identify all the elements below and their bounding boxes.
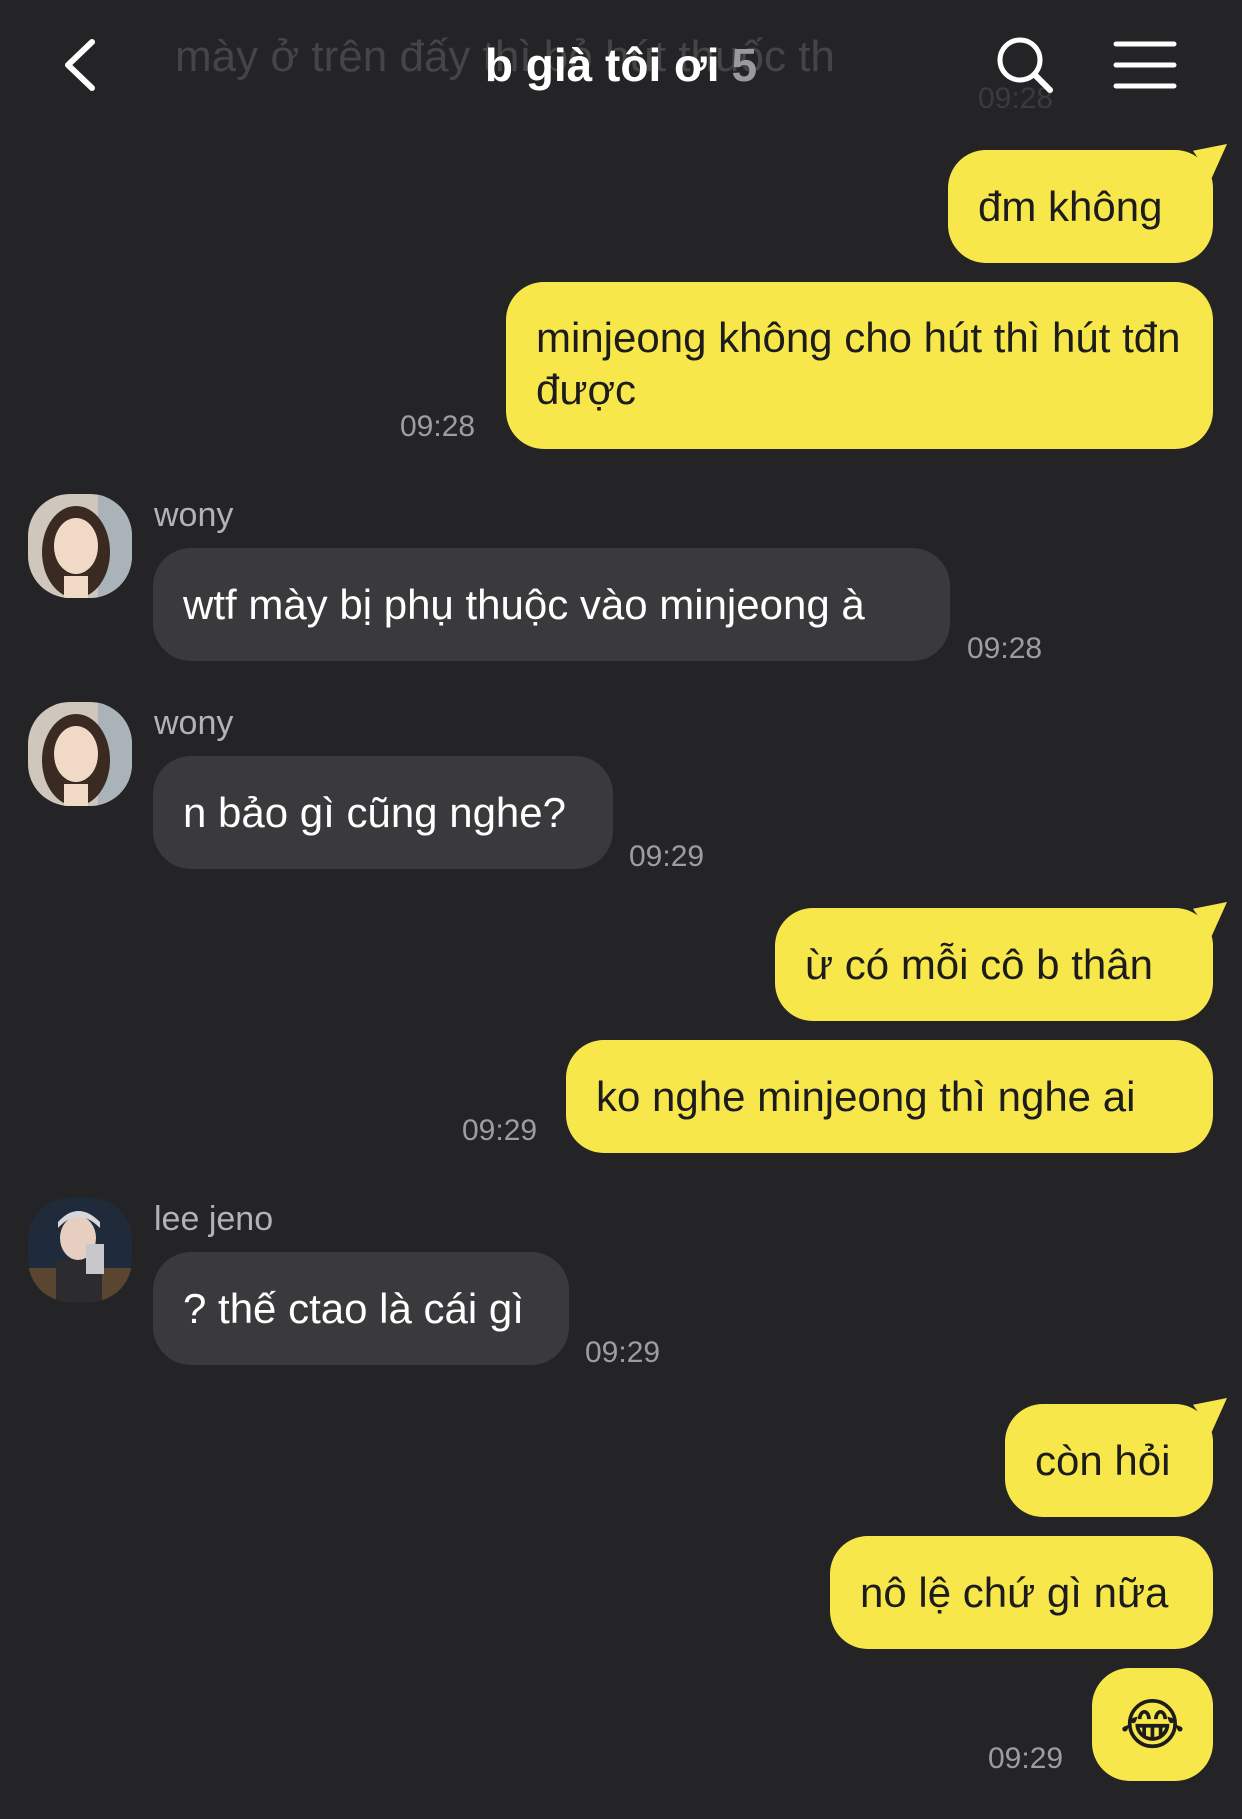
- incoming-message-bubble[interactable]: n bảo gì cũng nghe?: [153, 756, 613, 869]
- bubble-tail: [1193, 902, 1227, 936]
- menu-button[interactable]: [1110, 30, 1180, 100]
- message-time: 09:29: [462, 1114, 538, 1147]
- chat-name: b già tôi ơi: [484, 39, 720, 91]
- message-time: 09:28: [400, 410, 476, 443]
- outgoing-message-bubble[interactable]: ừ có mỗi cô b thân: [775, 902, 1227, 1021]
- chat-header: mày ở trên đấy thì bỏ hút thuốc th 09:28…: [0, 0, 1242, 130]
- message-text: minjeong không cho hút thì hút tđn được: [536, 314, 1181, 413]
- message-time: 09:29: [629, 840, 705, 873]
- outgoing-message-bubble[interactable]: còn hỏi: [1005, 1398, 1227, 1517]
- incoming-message-bubble[interactable]: wtf mày bị phụ thuộc vào minjeong à: [153, 548, 950, 661]
- avatar-photo: [28, 494, 132, 598]
- bubble-tail: [1193, 144, 1227, 178]
- outgoing-emoji-bubble[interactable]: 😂: [1092, 1668, 1213, 1781]
- search-icon: [997, 37, 1053, 93]
- outgoing-message-bubble[interactable]: ko nghe minjeong thì nghe ai: [566, 1040, 1213, 1153]
- avatar-photo: [28, 702, 132, 806]
- message-text: đm không: [978, 182, 1163, 230]
- sender-name: lee jeno: [154, 1200, 274, 1238]
- sender-name: wony: [154, 496, 234, 534]
- message-text: ? thế ctao là cái gì: [183, 1284, 524, 1332]
- laughing-emoji: 😂: [1119, 1692, 1186, 1756]
- message-time: 09:28: [967, 632, 1043, 665]
- avatar-photo: [28, 1198, 132, 1302]
- incoming-message-bubble[interactable]: ? thế ctao là cái gì: [153, 1252, 569, 1365]
- message-text: còn hỏi: [1035, 1436, 1171, 1484]
- hamburger-menu-icon: [1113, 41, 1177, 89]
- message-text: wtf mày bị phụ thuộc vào minjeong à: [183, 580, 865, 628]
- message-text: nô lệ chứ gì nữa: [860, 1568, 1169, 1616]
- bubble-tail: [1193, 1398, 1227, 1432]
- message-text: n bảo gì cũng nghe?: [183, 788, 567, 836]
- message-time: 09:29: [585, 1336, 661, 1369]
- message-text: ừ có mỗi cô b thân: [805, 940, 1153, 988]
- avatar[interactable]: [28, 494, 132, 598]
- avatar[interactable]: [28, 702, 132, 806]
- search-button[interactable]: [990, 30, 1060, 100]
- avatar[interactable]: [28, 1198, 132, 1302]
- outgoing-message-bubble[interactable]: đm không: [948, 144, 1227, 263]
- sender-name: wony: [154, 704, 234, 742]
- outgoing-message-bubble[interactable]: nô lệ chứ gì nữa: [830, 1536, 1213, 1649]
- member-count: 5: [731, 39, 758, 91]
- outgoing-message-bubble[interactable]: minjeong không cho hút thì hút tđn được: [506, 282, 1213, 449]
- message-time: 09:29: [988, 1742, 1064, 1775]
- message-text: ko nghe minjeong thì nghe ai: [596, 1072, 1136, 1120]
